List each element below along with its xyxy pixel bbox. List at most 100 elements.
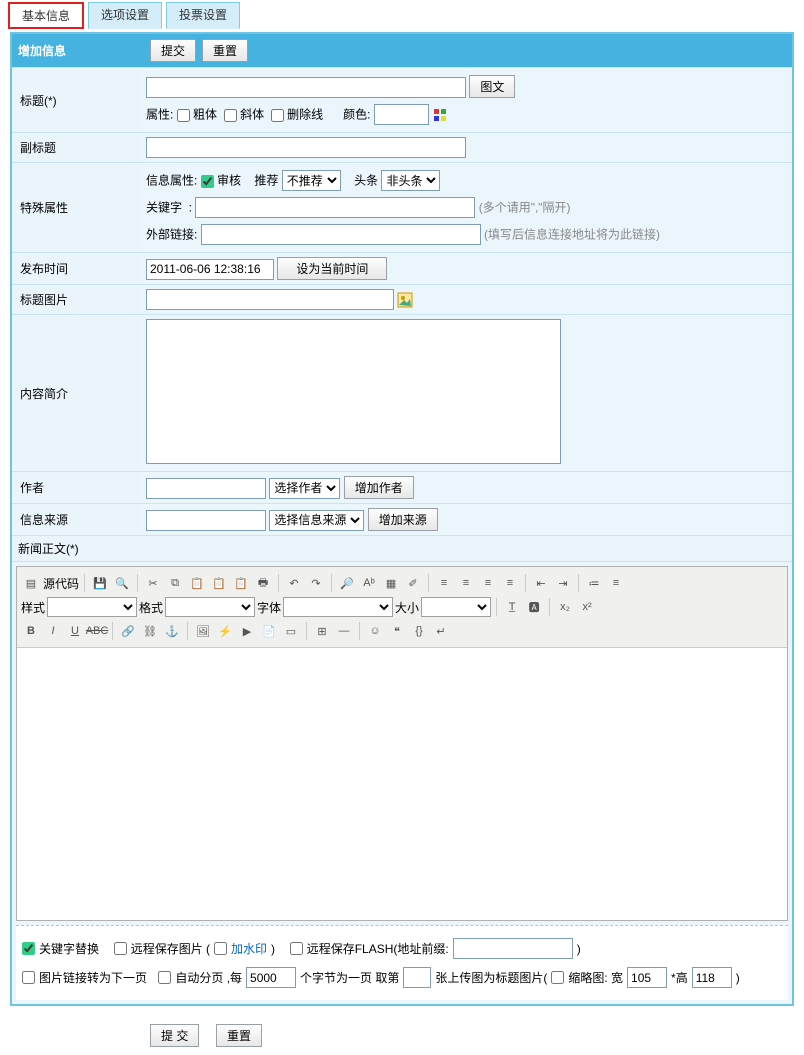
format-label: 格式	[139, 599, 163, 616]
thumb-checkbox[interactable]	[551, 971, 564, 984]
watermark-link[interactable]: 加水印	[231, 940, 267, 957]
autopage-nth-input[interactable]	[403, 967, 431, 988]
break-icon[interactable]: ↵	[431, 621, 451, 641]
flash-icon[interactable]: ⚡	[215, 621, 235, 641]
page-icon[interactable]: ▭	[281, 621, 301, 641]
link-icon[interactable]: 🔗	[118, 621, 138, 641]
submit-button-top[interactable]: 提交	[150, 39, 196, 62]
summary-textarea[interactable]	[146, 319, 561, 464]
align-justify-icon[interactable]: ≡	[500, 573, 520, 593]
smiley-icon[interactable]: ☺	[365, 621, 385, 641]
pubtime-input[interactable]	[146, 259, 274, 280]
remote-flash-checkbox[interactable]	[290, 942, 303, 955]
style-select[interactable]	[47, 597, 137, 617]
author-select[interactable]: 选择作者	[269, 478, 340, 499]
imglink-checkbox[interactable]	[22, 971, 35, 984]
titlepic-input[interactable]	[146, 289, 394, 310]
bgcolor-icon[interactable]: 🅰	[524, 597, 544, 617]
indent-icon[interactable]: ⇥	[553, 573, 573, 593]
label-pubtime: 发布时间	[12, 253, 140, 285]
thumb-width-input[interactable]	[627, 967, 667, 988]
strike-checkbox[interactable]	[271, 109, 284, 122]
code-icon[interactable]: {}	[409, 621, 429, 641]
save-icon[interactable]: 💾	[90, 573, 110, 593]
find-icon[interactable]: 🔎	[337, 573, 357, 593]
anchor-icon[interactable]: ⚓	[162, 621, 182, 641]
cut-icon[interactable]: ✂	[143, 573, 163, 593]
editor-content[interactable]	[17, 648, 787, 920]
subtitle-input[interactable]	[146, 137, 466, 158]
height-label: *高	[671, 969, 688, 986]
align-center-icon[interactable]: ≡	[456, 573, 476, 593]
author-input[interactable]	[146, 478, 266, 499]
thumb-height-input[interactable]	[692, 967, 732, 988]
source-select[interactable]: 选择信息来源	[269, 510, 364, 531]
sub-icon[interactable]: x₂	[555, 597, 575, 617]
flash-prefix-input[interactable]	[453, 938, 573, 959]
format-select[interactable]	[165, 597, 255, 617]
audit-checkbox[interactable]	[201, 175, 214, 188]
sup-icon[interactable]: x²	[577, 597, 597, 617]
italic-checkbox[interactable]	[224, 109, 237, 122]
quote-icon[interactable]: ❝	[387, 621, 407, 641]
ol-icon[interactable]: ≔	[584, 573, 604, 593]
italic-icon[interactable]: I	[43, 621, 63, 641]
tab-vote[interactable]: 投票设置	[166, 2, 240, 29]
autopage-checkbox[interactable]	[158, 971, 171, 984]
bold-checkbox[interactable]	[177, 109, 190, 122]
align-left-icon[interactable]: ≡	[434, 573, 454, 593]
tuwen-button[interactable]: 图文	[469, 75, 515, 98]
setnow-button[interactable]: 设为当前时间	[277, 257, 387, 280]
add-author-button[interactable]: 增加作者	[344, 476, 414, 499]
media-icon[interactable]: ▶	[237, 621, 257, 641]
selectall-icon[interactable]: ▦	[381, 573, 401, 593]
keyword-replace-checkbox[interactable]	[22, 942, 35, 955]
tab-basic[interactable]: 基本信息	[8, 2, 84, 29]
watermark-checkbox[interactable]	[214, 942, 227, 955]
submit-button-bottom[interactable]: 提 交	[150, 1024, 199, 1047]
keyword-input[interactable]	[195, 197, 475, 218]
tab-options[interactable]: 选项设置	[88, 2, 162, 29]
outdent-icon[interactable]: ⇤	[531, 573, 551, 593]
size-select[interactable]	[421, 597, 491, 617]
print-icon[interactable]: 🖶	[253, 573, 273, 593]
paste3-icon[interactable]: 📋	[231, 573, 251, 593]
reset-button-bottom[interactable]: 重置	[216, 1024, 262, 1047]
bold-icon[interactable]: B	[21, 621, 41, 641]
underline-icon[interactable]: U	[65, 621, 85, 641]
textcolor-icon[interactable]: T̲	[502, 597, 522, 617]
undo-icon[interactable]: ↶	[284, 573, 304, 593]
imglink-label: 图片链接转为下一页	[39, 969, 147, 986]
source-icon[interactable]: ▤	[21, 573, 41, 593]
image-picker-icon[interactable]	[397, 292, 413, 308]
extlink-input[interactable]	[201, 224, 481, 245]
headline-select[interactable]: 非头条	[381, 170, 440, 191]
source-input[interactable]	[146, 510, 266, 531]
ul-icon[interactable]: ≡	[606, 573, 626, 593]
unlink-icon[interactable]: ⛓	[140, 621, 160, 641]
align-right-icon[interactable]: ≡	[478, 573, 498, 593]
font-select[interactable]	[283, 597, 393, 617]
autopage-bytes-input[interactable]	[246, 967, 296, 988]
file-icon[interactable]: 📄	[259, 621, 279, 641]
copy-icon[interactable]: ⧉	[165, 573, 185, 593]
source-label[interactable]: 源代码	[43, 575, 79, 592]
label-subtitle: 副标题	[12, 133, 140, 163]
paste-icon[interactable]: 📋	[187, 573, 207, 593]
redo-icon[interactable]: ↷	[306, 573, 326, 593]
replace-icon[interactable]: Aᵇ	[359, 573, 379, 593]
reset-button-top[interactable]: 重置	[202, 39, 248, 62]
image-icon[interactable]: 🖼	[193, 621, 213, 641]
remote-img-checkbox[interactable]	[114, 942, 127, 955]
strike2-icon[interactable]: ABC	[87, 621, 107, 641]
title-input[interactable]	[146, 77, 466, 98]
color-input[interactable]	[374, 104, 429, 125]
table-icon[interactable]: ⊞	[312, 621, 332, 641]
paste2-icon[interactable]: 📋	[209, 573, 229, 593]
preview-icon[interactable]: 🔍	[112, 573, 132, 593]
recommend-select[interactable]: 不推荐	[282, 170, 341, 191]
color-picker-icon[interactable]	[432, 107, 448, 123]
add-source-button[interactable]: 增加来源	[368, 508, 438, 531]
removefmt-icon[interactable]: ✐	[403, 573, 423, 593]
hr-icon[interactable]: —	[334, 621, 354, 641]
